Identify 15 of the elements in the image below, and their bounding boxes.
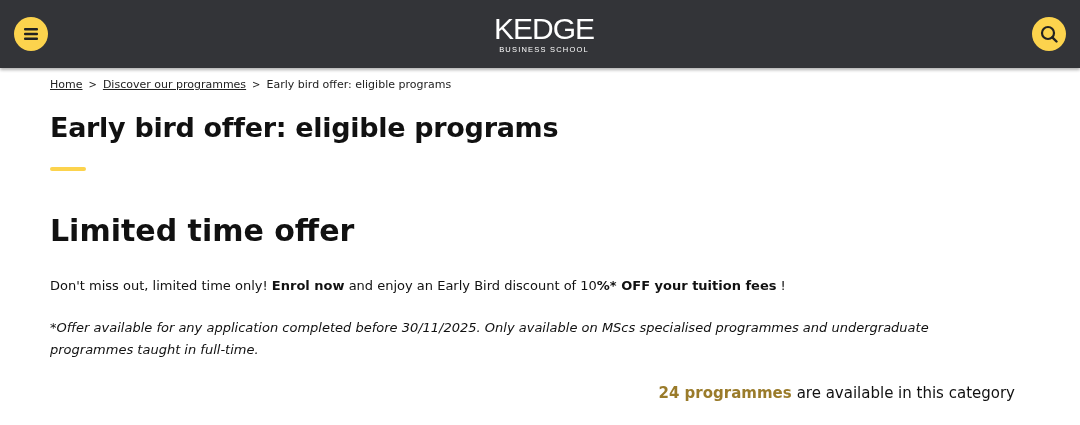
search-icon <box>1040 25 1058 43</box>
menu-icon <box>24 28 38 40</box>
intro-text: Don't miss out, limited time only! Enrol now and enjoy an Early Bird discount of 10%* OFF your tuition fees ! <box>50 277 787 295</box>
programme-count: 24 programmes <box>658 384 792 402</box>
results-text: are available in this category <box>796 384 1015 402</box>
breadcrumb-link[interactable]: Discover our programmes <box>102 78 247 91</box>
menu-button[interactable] <box>14 17 48 51</box>
footnote-text: *Offer available for any application completed before 30/11/2025. Only available on MScs specialised programmes and undergraduate programmes taught in full-time. <box>50 319 930 359</box>
section-heading: Limited time offer <box>50 213 356 249</box>
breadcrumb-separator: > <box>88 79 97 90</box>
page-title: Early bird offer: eligible programs <box>50 111 560 145</box>
breadcrumb-separator: > <box>252 79 261 90</box>
search-button[interactable] <box>1032 17 1066 51</box>
breadcrumb-current: Early bird offer: eligible programs <box>266 78 452 91</box>
breadcrumb-link[interactable]: Home <box>50 78 83 91</box>
